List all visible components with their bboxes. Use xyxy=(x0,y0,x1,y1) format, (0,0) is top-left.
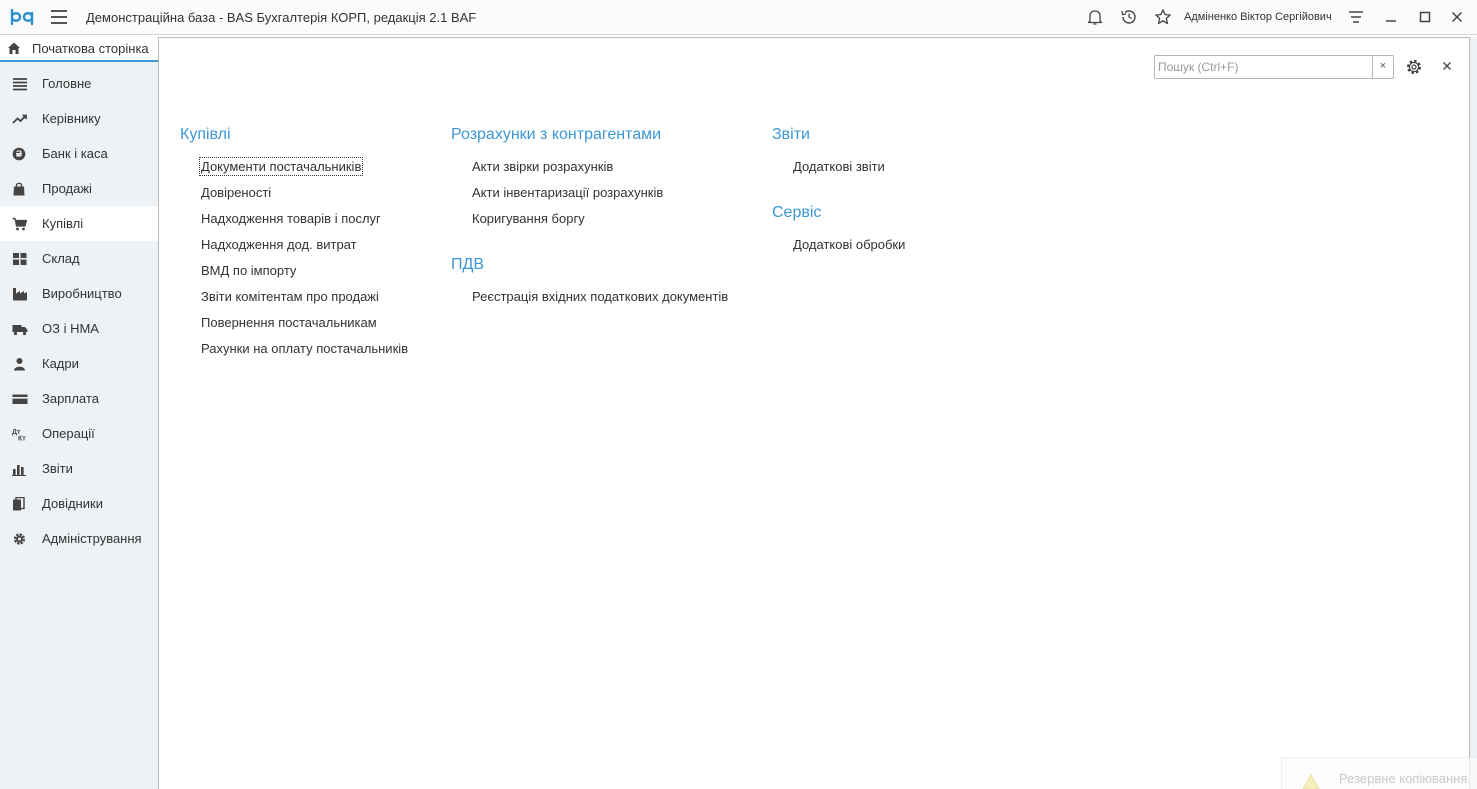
search-box: × xyxy=(1154,55,1394,79)
sidebar-item-label: Зарплата xyxy=(42,391,99,406)
sidebar-item-label: Головне xyxy=(42,76,92,91)
card-icon xyxy=(12,394,28,404)
section-title: Купівлі xyxy=(180,126,231,143)
link-povernennia-postachalnykam[interactable]: Повернення постачальникам xyxy=(201,315,377,330)
close-icon[interactable] xyxy=(1448,8,1466,26)
trend-icon xyxy=(12,114,27,124)
sidebar-item-label: Виробництво xyxy=(42,286,122,301)
settings-menu-icon[interactable] xyxy=(1347,8,1365,26)
bell-icon[interactable] xyxy=(1086,8,1104,26)
sidebar-item-zarplata[interactable]: Зарплата xyxy=(0,381,158,416)
sidebar-item-golovne[interactable]: Головне xyxy=(0,66,158,101)
link-zvity-komitentam[interactable]: Звіти комітентам про продажі xyxy=(201,289,379,304)
link-nadkhodzhennia-vytrat[interactable]: Надходження дод. витрат xyxy=(201,237,357,252)
link-dovirenosti[interactable]: Довіреності xyxy=(201,185,271,200)
bag-icon xyxy=(13,182,25,196)
search-input[interactable] xyxy=(1155,56,1372,78)
sidebar-item-dovidnyky[interactable]: Довідники xyxy=(0,486,158,521)
sidebar-item-label: Купівлі xyxy=(42,216,84,231)
link-akty-inventaryzatsii[interactable]: Акти інвентаризації розрахунків xyxy=(472,185,663,200)
link-nadkhodzhennia-tovariv[interactable]: Надходження товарів і послуг xyxy=(201,211,381,226)
link-reiestratsiia-vkhidnykh[interactable]: Реєстрація вхідних податкових документів xyxy=(472,289,728,304)
settings-icon[interactable] xyxy=(1405,58,1423,76)
currency-icon xyxy=(12,147,26,161)
gear-icon xyxy=(13,533,26,545)
right-edge-strip xyxy=(1470,37,1477,789)
sidebar-item-label: Довідники xyxy=(42,496,103,511)
sidebar-item-label: Керівнику xyxy=(42,111,101,126)
sidebar-item-oz-nma[interactable]: ОЗ і НМА xyxy=(0,311,158,346)
sidebar-item-vyrobnytstvo[interactable]: Виробництво xyxy=(0,276,158,311)
star-icon[interactable] xyxy=(1154,8,1172,26)
sidebar-item-prodazhi[interactable]: Продажі xyxy=(0,171,158,206)
sidebar: Початкова сторінка Головне Керівнику Бан… xyxy=(0,35,158,789)
link-vmd-po-importu[interactable]: ВМД по імпорту xyxy=(201,263,296,278)
app-title: Демонстраційна база - BAS Бухгалтерія КО… xyxy=(86,10,477,25)
bar-chart-icon xyxy=(12,465,26,476)
close-panel-icon[interactable] xyxy=(1440,59,1454,73)
sidebar-item-kerivnyku[interactable]: Керівнику xyxy=(0,101,158,136)
sidebar-item-operatsii[interactable]: Дт Кт Операції xyxy=(0,416,158,451)
link-rakhunky-na-oplatu[interactable]: Рахунки на оплату постачальників xyxy=(201,341,408,356)
truck-icon xyxy=(12,325,28,336)
user-name[interactable]: Адміненко Віктор Сергійович xyxy=(1184,11,1332,23)
svg-text:Кт: Кт xyxy=(18,436,26,442)
sidebar-item-bank[interactable]: Банк і каса xyxy=(0,136,158,171)
sidebar-item-zvity[interactable]: Звіти xyxy=(0,451,158,486)
sidebar-item-label: Операції xyxy=(42,426,95,441)
sidebar-item-kupivli[interactable]: Купівлі xyxy=(0,206,158,241)
cart-icon xyxy=(12,217,28,231)
logo-icon[interactable] xyxy=(10,7,40,27)
title-bar: Демонстраційна база - BAS Бухгалтерія КО… xyxy=(0,0,1477,35)
home-tab-label: Початкова сторінка xyxy=(32,41,149,56)
dt-kt-icon: ДтКт xyxy=(12,429,26,442)
home-tab[interactable]: Початкова сторінка xyxy=(0,35,158,62)
link-akty-zvirky[interactable]: Акти звірки розрахунків xyxy=(472,159,613,174)
factory-icon xyxy=(13,288,27,301)
sidebar-item-administruvannia[interactable]: Адміністрування xyxy=(0,521,158,556)
section-title: Розрахунки з контрагентами xyxy=(451,126,662,143)
backup-notification[interactable]: Резервне копіювання xyxy=(1281,757,1477,789)
sidebar-item-label: Кадри xyxy=(42,356,79,371)
section-title-pdv: ПДВ xyxy=(451,256,485,273)
sidebar-item-label: Адміністрування xyxy=(42,531,142,546)
section-title-servis: Сервіс xyxy=(772,204,822,221)
sidebar-item-kadry[interactable]: Кадри xyxy=(0,346,158,381)
sidebar-item-label: ОЗ і НМА xyxy=(42,321,99,336)
minimize-icon[interactable] xyxy=(1382,8,1400,26)
notification-text: Резервне копіювання xyxy=(1339,771,1468,786)
books-icon xyxy=(13,497,25,511)
search-clear-button[interactable]: × xyxy=(1372,56,1393,78)
link-dodatkovi-zvity[interactable]: Додаткові звіти xyxy=(793,159,885,174)
home-icon xyxy=(8,42,20,54)
link-dodatkovi-obrobky[interactable]: Додаткові обробки xyxy=(793,237,905,252)
section-title: Звіти xyxy=(772,126,810,143)
sidebar-item-label: Банк і каса xyxy=(42,146,108,161)
history-icon[interactable] xyxy=(1120,8,1138,26)
person-icon xyxy=(14,358,25,371)
sidebar-item-label: Продажі xyxy=(42,181,92,196)
main-panel: × Купівлі Документи постачальників Довір… xyxy=(158,37,1470,789)
grid-icon xyxy=(13,253,27,265)
warning-icon xyxy=(1302,774,1320,789)
maximize-icon[interactable] xyxy=(1416,8,1434,26)
sidebar-item-sklad[interactable]: Склад xyxy=(0,241,158,276)
link-dokumenty-postachalnykiv[interactable]: Документи постачальників xyxy=(198,157,364,176)
sidebar-item-label: Звіти xyxy=(42,461,73,476)
menu-icon[interactable] xyxy=(51,10,67,24)
list-icon xyxy=(13,78,27,91)
link-koryguvannia-borgu[interactable]: Коригування боргу xyxy=(472,211,585,226)
sidebar-item-label: Склад xyxy=(42,251,80,266)
